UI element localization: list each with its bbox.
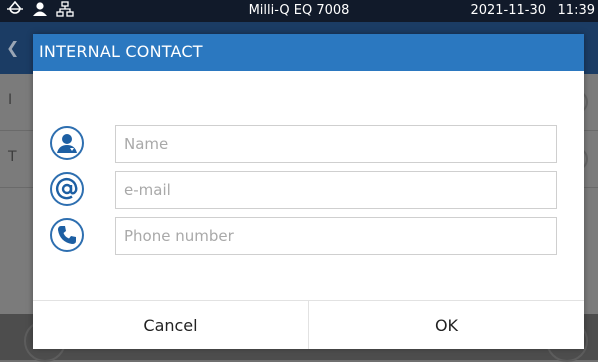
person-icon (50, 126, 84, 160)
at-sign-icon (50, 172, 84, 206)
phone-number-field[interactable] (115, 217, 557, 255)
dialog-title: INTERNAL CONTACT (39, 42, 203, 61)
name-field[interactable] (115, 125, 557, 163)
status-date: 2021-11-30 (470, 3, 546, 18)
dialog-title-bar: INTERNAL CONTACT (33, 34, 584, 71)
dialog-button-bar: Cancel OK (33, 300, 584, 349)
status-time: 11:39 (557, 3, 595, 18)
cancel-button[interactable]: Cancel (33, 301, 308, 349)
back-arrow-icon: ❮ (6, 38, 20, 57)
internal-contact-dialog: INTERNAL CONTACT Cancel (33, 34, 584, 349)
phone-row (33, 217, 584, 255)
email-field[interactable] (115, 171, 557, 209)
email-row (33, 171, 584, 209)
ok-button[interactable]: OK (308, 301, 584, 349)
background-row-label: T (8, 149, 17, 165)
status-bar: Milli-Q EQ 7008 2021-11-30 11:39 (0, 0, 598, 22)
name-row (33, 125, 584, 163)
phone-icon (50, 218, 84, 252)
background-row-label: I (8, 92, 13, 108)
